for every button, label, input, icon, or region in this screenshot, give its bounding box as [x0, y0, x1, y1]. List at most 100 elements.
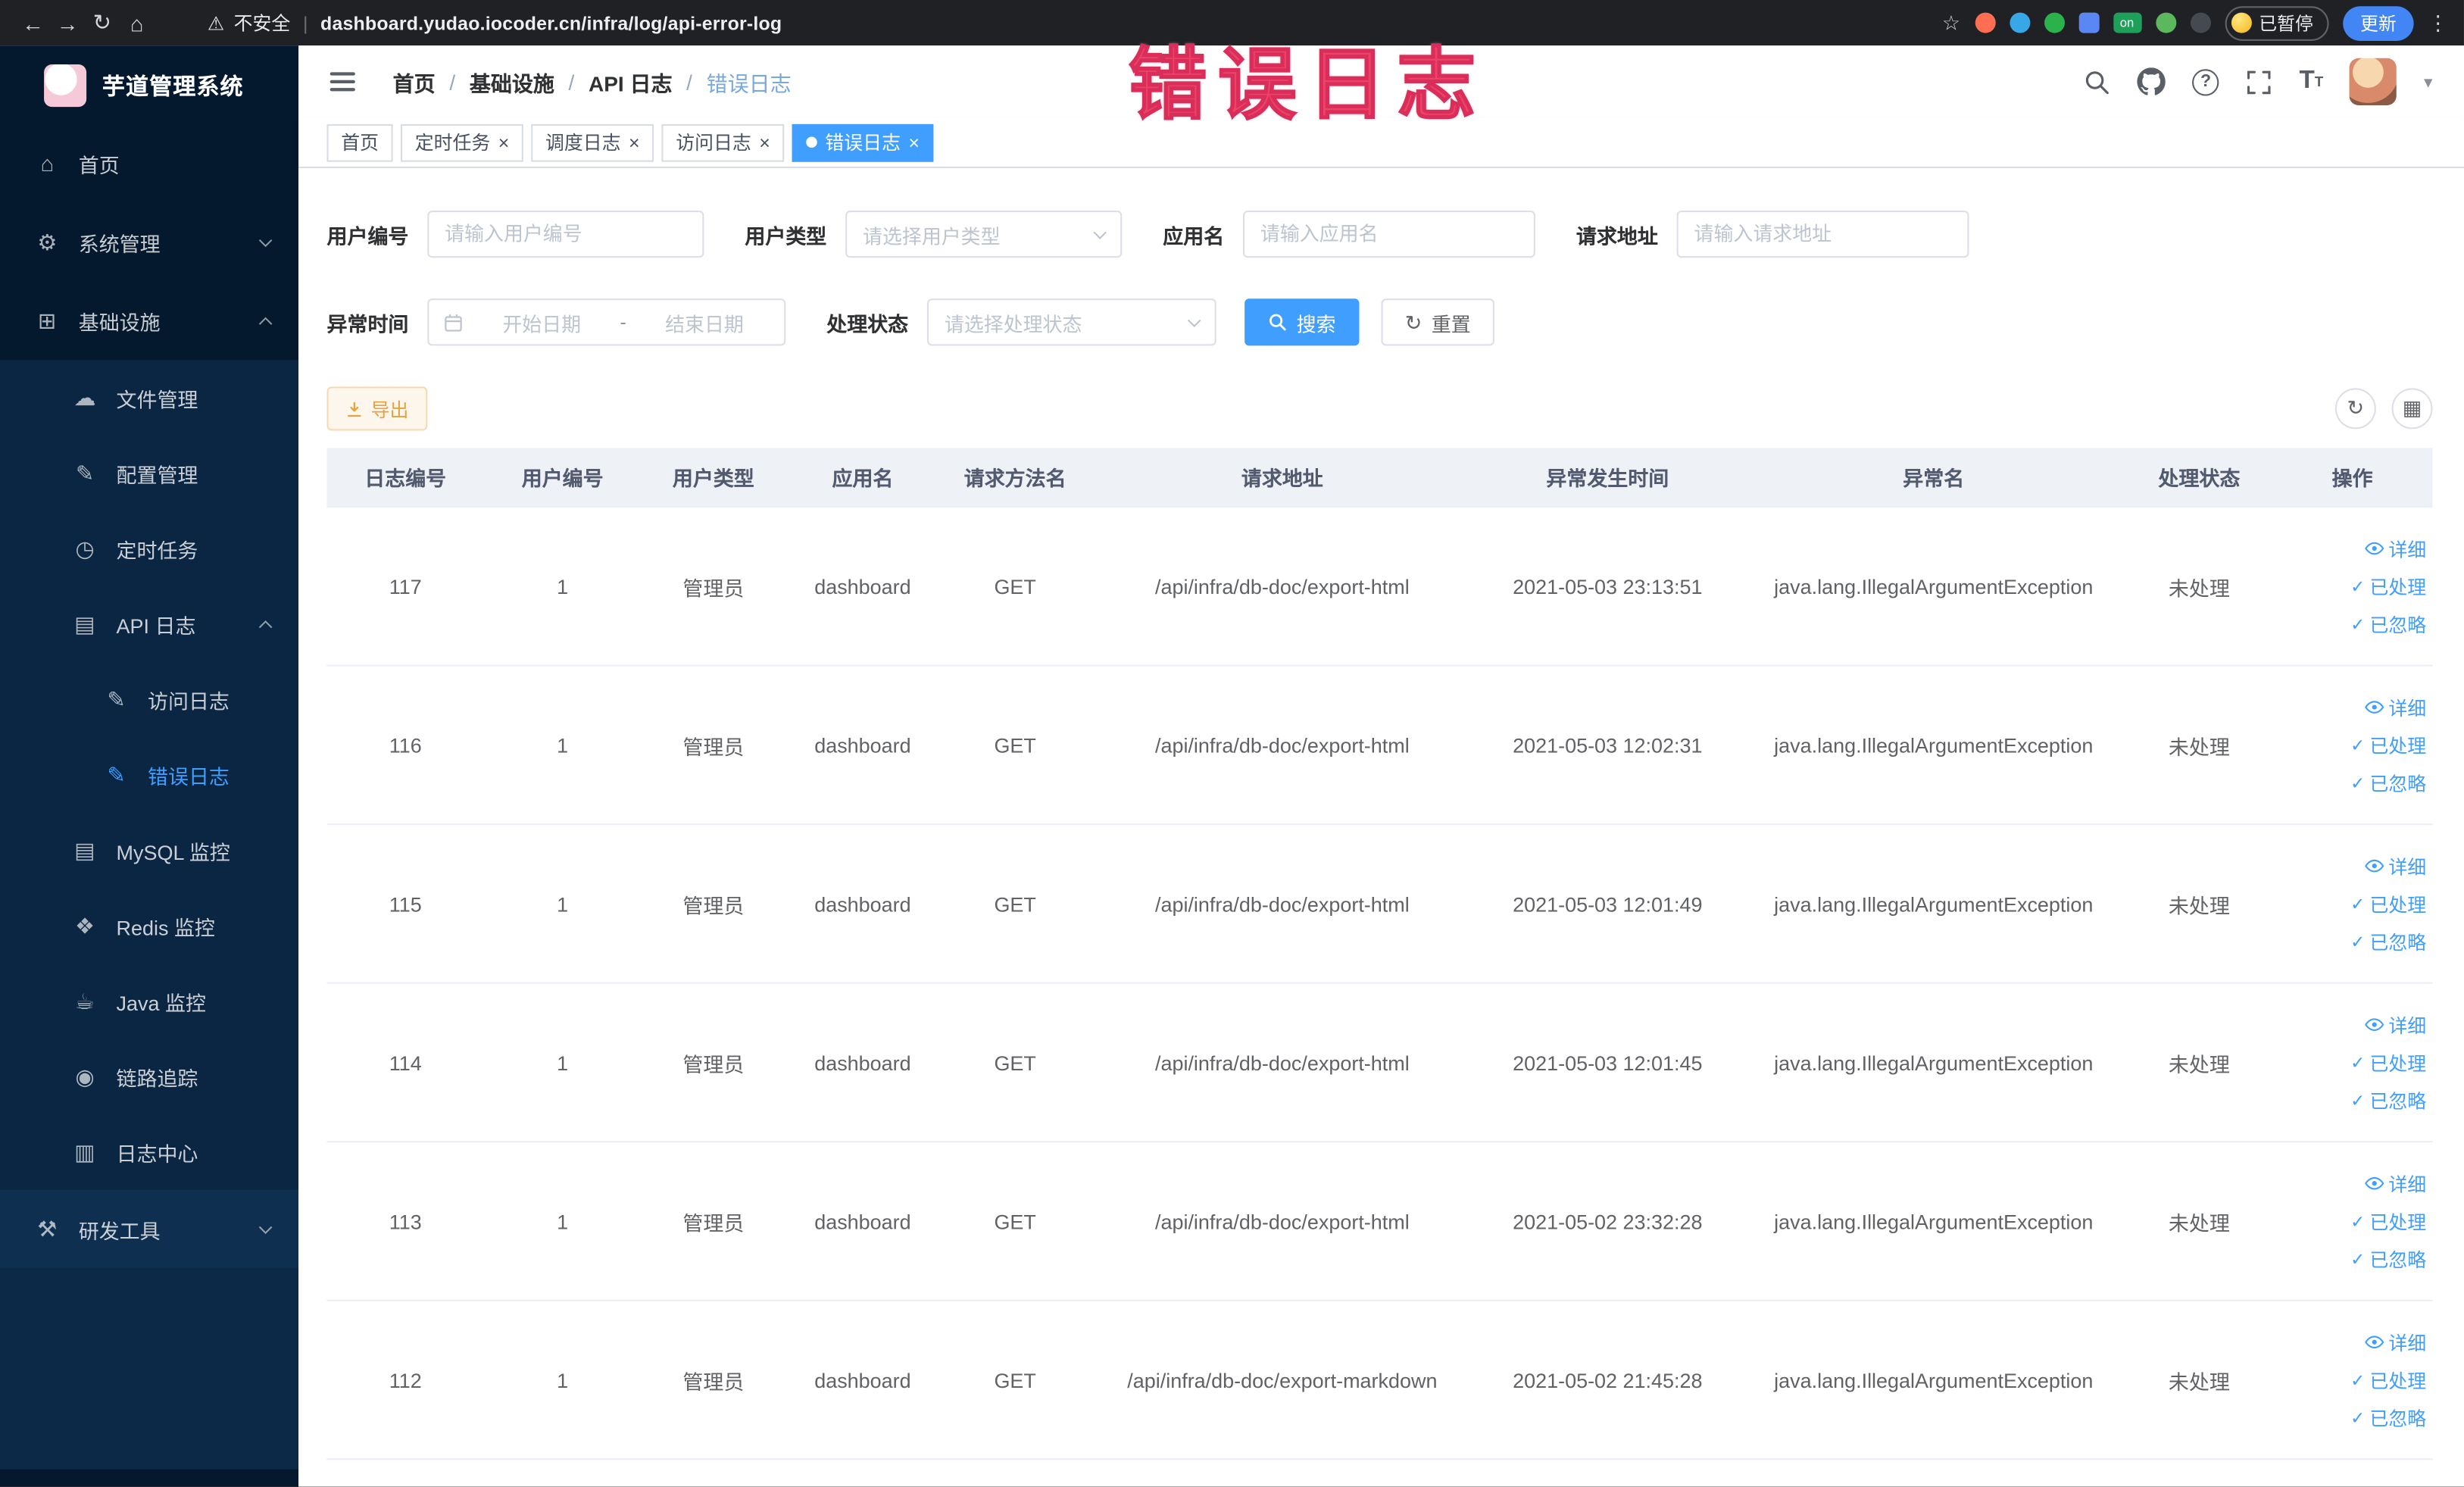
extension-icon-6[interactable]: [2155, 12, 2176, 33]
back-icon[interactable]: ←: [16, 10, 51, 35]
refresh-table-button[interactable]: ↻: [2334, 388, 2376, 430]
app-name-input[interactable]: [1243, 210, 1535, 258]
user-type-select[interactable]: 请选择用户类型: [845, 210, 1123, 258]
close-icon[interactable]: ×: [759, 133, 770, 152]
mark-ignored-link[interactable]: ✓ 已忽略: [2350, 1245, 2426, 1272]
sidebar-item-java[interactable]: ☕ Java 监控: [0, 964, 298, 1039]
search-button-label: 搜索: [1296, 313, 1336, 336]
extension-icon-7[interactable]: [2189, 12, 2210, 33]
sidebar-item-home[interactable]: ⌂ 首页: [0, 124, 298, 203]
tab-home[interactable]: 首页: [326, 123, 393, 161]
font-size-icon[interactable]: TT: [2300, 67, 2324, 95]
cell-actions: 详细 ✓ 已处理 ✓ 已忽略: [2272, 1170, 2433, 1273]
search-button[interactable]: 搜索: [1244, 298, 1360, 346]
cell-user-id: 1: [557, 1050, 569, 1074]
sidebar-item-trace[interactable]: ◉ 链路追踪: [0, 1039, 298, 1114]
reset-button[interactable]: ↻ 重置: [1381, 298, 1494, 346]
mark-ignored-link[interactable]: ✓ 已忽略: [2350, 1404, 2426, 1431]
close-icon[interactable]: ×: [908, 133, 920, 152]
user-id-input[interactable]: [427, 210, 704, 258]
update-button[interactable]: 更新: [2343, 5, 2414, 40]
sidebar-item-api-log[interactable]: ▤ API 日志: [0, 586, 298, 662]
hamburger-icon[interactable]: [327, 66, 358, 97]
sidebar-item-access-log[interactable]: ✎ 访问日志: [0, 661, 298, 737]
detail-link[interactable]: 详细: [2365, 1170, 2426, 1197]
sidebar-item-error-log[interactable]: ✎ 错误日志: [0, 737, 298, 813]
detail-label: 详细: [2388, 1332, 2427, 1354]
tab-job-log[interactable]: 调度日志 ×: [531, 123, 654, 161]
status-select[interactable]: 请选择处理状态: [927, 298, 1216, 346]
extension-icon-1[interactable]: [1974, 12, 1995, 33]
fullscreen-icon[interactable]: [2246, 68, 2272, 95]
sidebar-filler: [0, 1268, 299, 1470]
detail-link[interactable]: 详细: [2365, 694, 2426, 720]
exception-time-range[interactable]: 开始日期 - 结束日期: [427, 298, 786, 346]
mark-processed-link[interactable]: ✓ 已处理: [2350, 890, 2426, 917]
detail-link[interactable]: 详细: [2365, 852, 2426, 879]
coffee-icon: ☕: [74, 987, 95, 1014]
github-icon[interactable]: [2137, 67, 2166, 95]
tab-access-log[interactable]: 访问日志 ×: [661, 123, 785, 161]
site-security[interactable]: ⚠ 不安全: [208, 9, 290, 36]
close-icon[interactable]: ×: [629, 133, 640, 152]
tab-job[interactable]: 定时任务 ×: [401, 123, 523, 161]
extension-icon-3[interactable]: [2044, 12, 2064, 33]
sidebar-item-system[interactable]: ⚙ 系统管理: [0, 203, 298, 282]
extension-icon-2[interactable]: [2009, 12, 2030, 33]
request-url-input[interactable]: [1676, 210, 1969, 258]
sidebar-item-redis[interactable]: ❖ Redis 监控: [0, 888, 298, 964]
breadcrumb-home[interactable]: 首页: [393, 66, 436, 97]
eye-icon: [2365, 1018, 2384, 1031]
paused-pill[interactable]: 已暂停: [2224, 5, 2329, 40]
sidebar-item-label: Java 监控: [116, 991, 206, 1015]
cell-request-url: /api/infra/db-doc/export-html: [1154, 733, 1410, 757]
sidebar-item-config[interactable]: ✎ 配置管理: [0, 436, 298, 511]
breadcrumb-current: 错误日志: [706, 72, 792, 96]
check-icon: ✓: [2350, 577, 2366, 597]
mark-processed-link[interactable]: ✓ 已处理: [2350, 1207, 2426, 1234]
cell-exception-time: 2021-05-02 21:45:28: [1513, 1367, 1703, 1392]
tab-error-log[interactable]: 错误日志 ×: [792, 123, 934, 161]
sidebar-item-infra[interactable]: ⊞ 基础设施: [0, 281, 298, 360]
sidebar-item-label: Redis 监控: [116, 915, 215, 939]
mark-ignored-link[interactable]: ✓ 已忽略: [2350, 928, 2426, 954]
cell-status: 未处理: [2168, 734, 2230, 758]
help-icon[interactable]: ?: [2192, 68, 2219, 95]
export-button[interactable]: 导出: [326, 386, 428, 431]
address-url[interactable]: dashboard.yudao.iocoder.cn/infra/log/api…: [320, 12, 782, 34]
sidebar-item-job[interactable]: ◷ 定时任务: [0, 511, 298, 586]
extension-icon-4[interactable]: [2078, 12, 2099, 33]
mark-ignored-link[interactable]: ✓ 已忽略: [2350, 611, 2426, 637]
sidebar-item-log-center[interactable]: ▥ 日志中心: [0, 1114, 298, 1190]
sidebar-item-devtools[interactable]: ⚒ 研发工具: [0, 1189, 299, 1269]
col-request-url: 请求地址: [1241, 467, 1323, 491]
reload-icon[interactable]: ↻: [85, 9, 120, 36]
extension-on-badge[interactable]: on: [2113, 12, 2141, 33]
breadcrumb-infra[interactable]: 基础设施: [470, 66, 554, 97]
logo[interactable]: 芋道管理系统: [0, 45, 298, 124]
detail-link[interactable]: 详细: [2365, 1011, 2426, 1038]
sidebar-item-file[interactable]: ☁ 文件管理: [0, 360, 298, 436]
detail-link[interactable]: 详细: [2365, 535, 2426, 561]
detail-link[interactable]: 详细: [2365, 1329, 2426, 1355]
mark-processed-link[interactable]: ✓ 已处理: [2350, 732, 2426, 758]
close-icon[interactable]: ×: [498, 133, 510, 152]
avatar-caret-icon[interactable]: ▾: [2424, 71, 2432, 92]
avatar[interactable]: [2350, 58, 2397, 105]
search-icon[interactable]: [2084, 68, 2110, 95]
mark-ignored-link[interactable]: ✓ 已忽略: [2350, 770, 2426, 796]
home-icon[interactable]: ⌂: [120, 10, 155, 35]
forward-icon[interactable]: →: [50, 10, 85, 35]
browser-menu-icon[interactable]: ⋮: [2428, 10, 2448, 35]
breadcrumb-api-log[interactable]: API 日志: [589, 66, 673, 97]
mark-processed-link[interactable]: ✓ 已处理: [2350, 573, 2426, 599]
mark-processed-link[interactable]: ✓ 已处理: [2350, 1049, 2426, 1076]
table-row: 115 1 管理员 dashboard GET /api/infra/db-do…: [326, 825, 2433, 984]
cell-method: GET: [994, 733, 1036, 757]
mark-processed-link[interactable]: ✓ 已处理: [2350, 1367, 2426, 1393]
column-settings-button[interactable]: ▦: [2391, 388, 2433, 430]
bookmark-star-icon[interactable]: ☆: [1942, 10, 1960, 35]
mark-ignored-link[interactable]: ✓ 已忽略: [2350, 1087, 2426, 1114]
sidebar-item-mysql[interactable]: ▤ MySQL 监控: [0, 813, 298, 889]
cell-log-id: 113: [389, 1209, 422, 1233]
